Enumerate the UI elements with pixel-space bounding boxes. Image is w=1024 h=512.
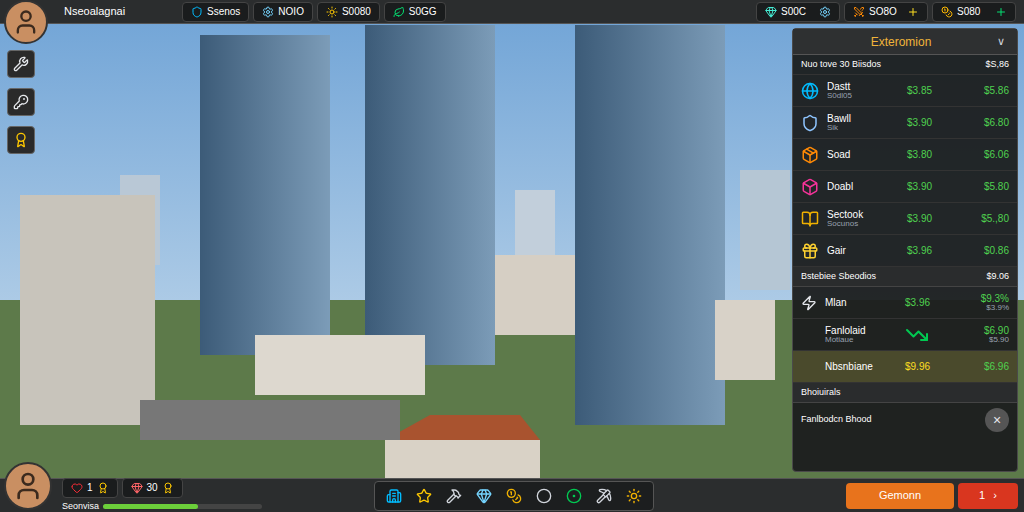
resource-chip: S0GG (384, 2, 446, 22)
gem-icon (131, 482, 143, 494)
tool-icon (626, 488, 642, 504)
section-header: Bhoiuirals (793, 383, 1017, 403)
coins-icon (941, 6, 953, 18)
tool-button[interactable] (383, 485, 405, 507)
medal-icon (97, 482, 109, 494)
item-icon (801, 242, 819, 260)
tool-icon (446, 488, 462, 504)
resource-chip: SO8O (844, 2, 928, 22)
tool-button[interactable] (443, 485, 465, 507)
stat-chip: 30 (122, 478, 183, 498)
tool-icon (566, 488, 582, 504)
plus-icon[interactable] (907, 6, 919, 18)
gem-icon (765, 6, 777, 18)
bottom-avatar[interactable] (4, 462, 52, 510)
stat-chip: 1 (62, 478, 118, 498)
summary-row: Nuo tove 30 Biisdos$S,86 (793, 55, 1017, 75)
tool-icon (476, 488, 492, 504)
tool-button[interactable] (623, 485, 645, 507)
tool-icon (386, 488, 402, 504)
side-buttons (0, 46, 35, 472)
heart-icon (71, 482, 83, 494)
avatar-icon (12, 8, 40, 36)
tool-button[interactable] (503, 485, 525, 507)
tool-icon (416, 488, 432, 504)
tool-button[interactable] (413, 485, 435, 507)
player-name: Nseoalagnai (64, 3, 174, 20)
resource-chip: S080 (932, 2, 1016, 22)
resource-bar: SsenosNOIOS0080S0GG (182, 2, 446, 22)
toolbar (374, 481, 654, 511)
primary-button[interactable]: Gemonn (846, 483, 954, 509)
side-button[interactable] (7, 88, 35, 116)
collapse-button[interactable]: ∨ (997, 33, 1005, 50)
tool-icon (536, 488, 552, 504)
economy-panel: Exteromion∨Nuo tove 30 Biisdos$S,86Dastt… (792, 28, 1018, 472)
panel-header: Exteromion∨ (793, 29, 1017, 55)
tool-button[interactable] (473, 485, 495, 507)
resource-icon (393, 6, 405, 18)
right-resources: S00CSO8OS080 (756, 2, 1016, 22)
economy-item[interactable]: Gair$3.96$0.86 (793, 235, 1017, 267)
avatar-icon (12, 470, 44, 502)
plus-icon[interactable] (995, 6, 1007, 18)
resource-chip: NOIO (253, 2, 313, 22)
gear-icon (819, 6, 831, 18)
item-icon (801, 146, 819, 164)
progress-bar (103, 504, 262, 509)
side-button[interactable] (7, 50, 35, 78)
resource-icon (262, 6, 274, 18)
resource-chip: Ssenos (182, 2, 249, 22)
trend-down-icon (905, 323, 929, 347)
side-icon (13, 94, 29, 110)
side-icon (13, 132, 29, 148)
section-item[interactable]: FanlolaidMotiaue$6.90$5.90 (793, 319, 1017, 351)
panel-footer: Fanlbodcn Bhood× (793, 403, 1017, 437)
section-header: Bstebiee Sbeodios$9.06 (793, 267, 1017, 287)
game-screen: NseoalagnaiSsenosNOIOS0080S0GGS00CSO8OS0… (0, 0, 1024, 512)
player-avatar[interactable] (4, 0, 48, 44)
item-icon (801, 295, 817, 311)
section-item[interactable]: Mlan$3.96$9.3%$3.9% (793, 287, 1017, 319)
side-icon (13, 56, 29, 72)
tool-button[interactable] (533, 485, 555, 507)
resource-chip: S0080 (317, 2, 380, 22)
tool-icon (596, 488, 612, 504)
side-button[interactable] (7, 126, 35, 154)
economy-item[interactable]: Doabl$3.90$5.80 (793, 171, 1017, 203)
tool-button[interactable] (563, 485, 585, 507)
resource-chip: S00C (756, 2, 840, 22)
bottom-bar: 130SeonvisaGemonn1› (0, 478, 1024, 512)
economy-item[interactable]: SectookSocunos$3.90$5.,80 (793, 203, 1017, 235)
top-bar: NseoalagnaiSsenosNOIOS0080S0GGS00CSO8OS0… (0, 0, 1024, 24)
tool-icon (506, 488, 522, 504)
economy-item[interactable]: DasttS0dl05$3.85$5.86 (793, 75, 1017, 107)
economy-item[interactable]: Soad$3.80$6.06 (793, 139, 1017, 171)
item-icon (801, 114, 819, 132)
tool-button[interactable] (593, 485, 615, 507)
section-item[interactable]: Nbsnbiane$9.96$6.96 (793, 351, 1017, 383)
swords-icon (853, 6, 865, 18)
item-icon (801, 82, 819, 100)
panel-title: Exteromion (805, 33, 997, 51)
next-button[interactable]: 1› (958, 483, 1018, 509)
close-button[interactable]: × (985, 408, 1009, 432)
item-icon (801, 210, 819, 228)
item-icon (801, 178, 819, 196)
medal-icon (162, 482, 174, 494)
resource-icon (191, 6, 203, 18)
economy-item[interactable]: BawllSik$3.90$6.80 (793, 107, 1017, 139)
resource-icon (326, 6, 338, 18)
